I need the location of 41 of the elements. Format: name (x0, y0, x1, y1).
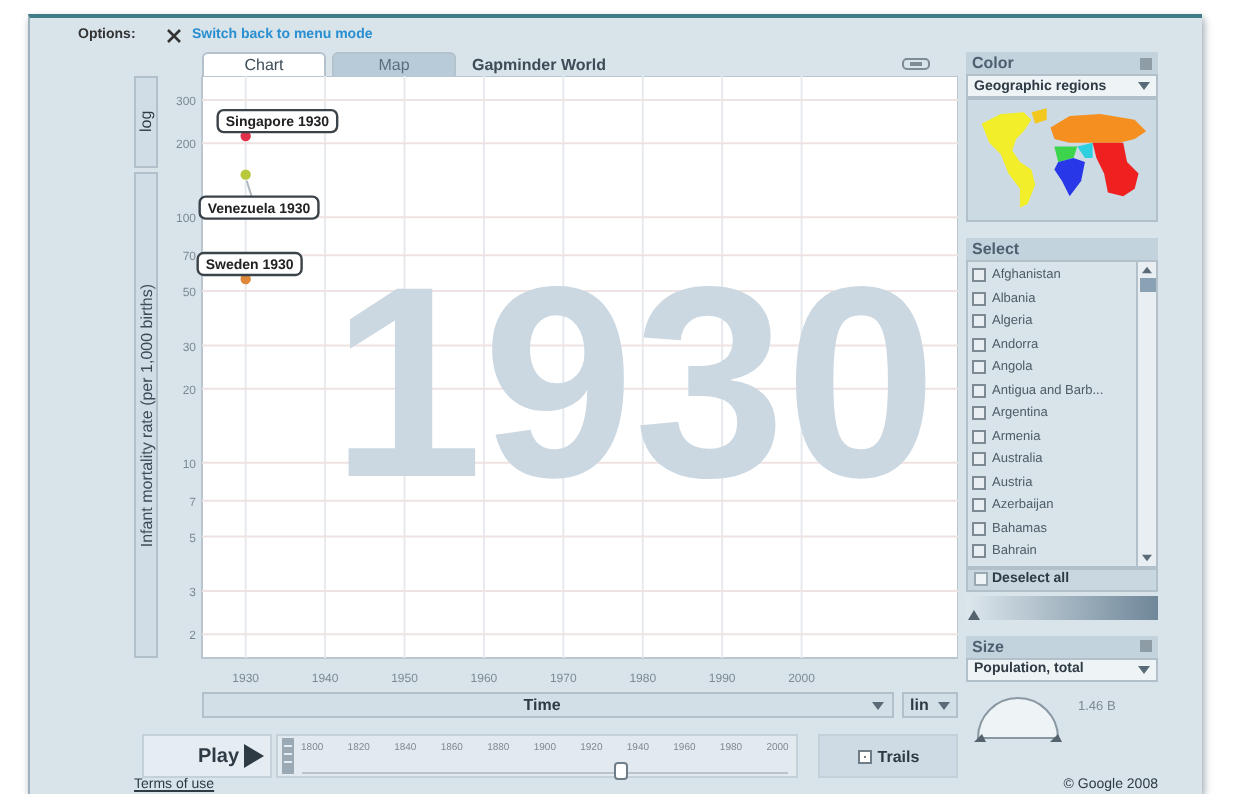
speed-slider-icon[interactable] (281, 738, 294, 774)
slider-thumb[interactable] (614, 761, 629, 779)
caret-icon[interactable] (1138, 82, 1150, 90)
scroll-down-icon[interactable] (1142, 553, 1152, 561)
scroll-up-icon[interactable] (1142, 266, 1152, 274)
slider-handle[interactable] (968, 609, 980, 619)
checkbox[interactable] (972, 383, 986, 398)
checkbox[interactable] (972, 429, 986, 444)
play-icon[interactable] (243, 744, 264, 768)
checkbox[interactable] (972, 314, 986, 329)
checkbox[interactable] (972, 498, 986, 513)
play-button[interactable]: Play (142, 734, 272, 778)
fullscreen-icon[interactable] (902, 58, 930, 70)
x-scale-dropdown[interactable]: lin (902, 692, 958, 718)
checkbox[interactable] (972, 521, 986, 536)
opacity-slider[interactable] (966, 595, 1158, 619)
panel-header: Size (966, 635, 1158, 657)
checkbox[interactable] (972, 452, 986, 467)
scrollbar[interactable] (1136, 262, 1156, 565)
square-icon[interactable] (1140, 57, 1152, 69)
caret-icon[interactable] (1138, 665, 1150, 673)
checkbox[interactable] (972, 268, 986, 283)
checkbox[interactable] (972, 406, 986, 421)
checkbox[interactable] (972, 291, 986, 306)
checkbox[interactable] (972, 475, 986, 490)
caret-icon[interactable] (938, 701, 950, 709)
panel-header: Select (966, 238, 1158, 260)
checkbox[interactable] (972, 337, 986, 352)
y-scale-dropdown[interactable]: log (134, 76, 158, 168)
checkbox[interactable] (972, 544, 986, 559)
x-axis-dropdown[interactable]: Time (202, 692, 894, 718)
y-axis-dropdown[interactable]: Infant mortality rate (per 1,000 births) (134, 172, 158, 658)
tab[interactable]: Chart (202, 52, 326, 76)
app-title: Gapminder World (472, 56, 606, 76)
close-icon[interactable] (166, 27, 182, 43)
caret-icon[interactable] (872, 701, 884, 709)
trails-toggle[interactable]: Trails (818, 734, 958, 778)
panel-header: Color (966, 52, 1158, 74)
checkbox[interactable] (972, 360, 986, 375)
scrollbar-thumb[interactable] (1139, 278, 1155, 292)
tab[interactable]: Map (332, 52, 456, 76)
